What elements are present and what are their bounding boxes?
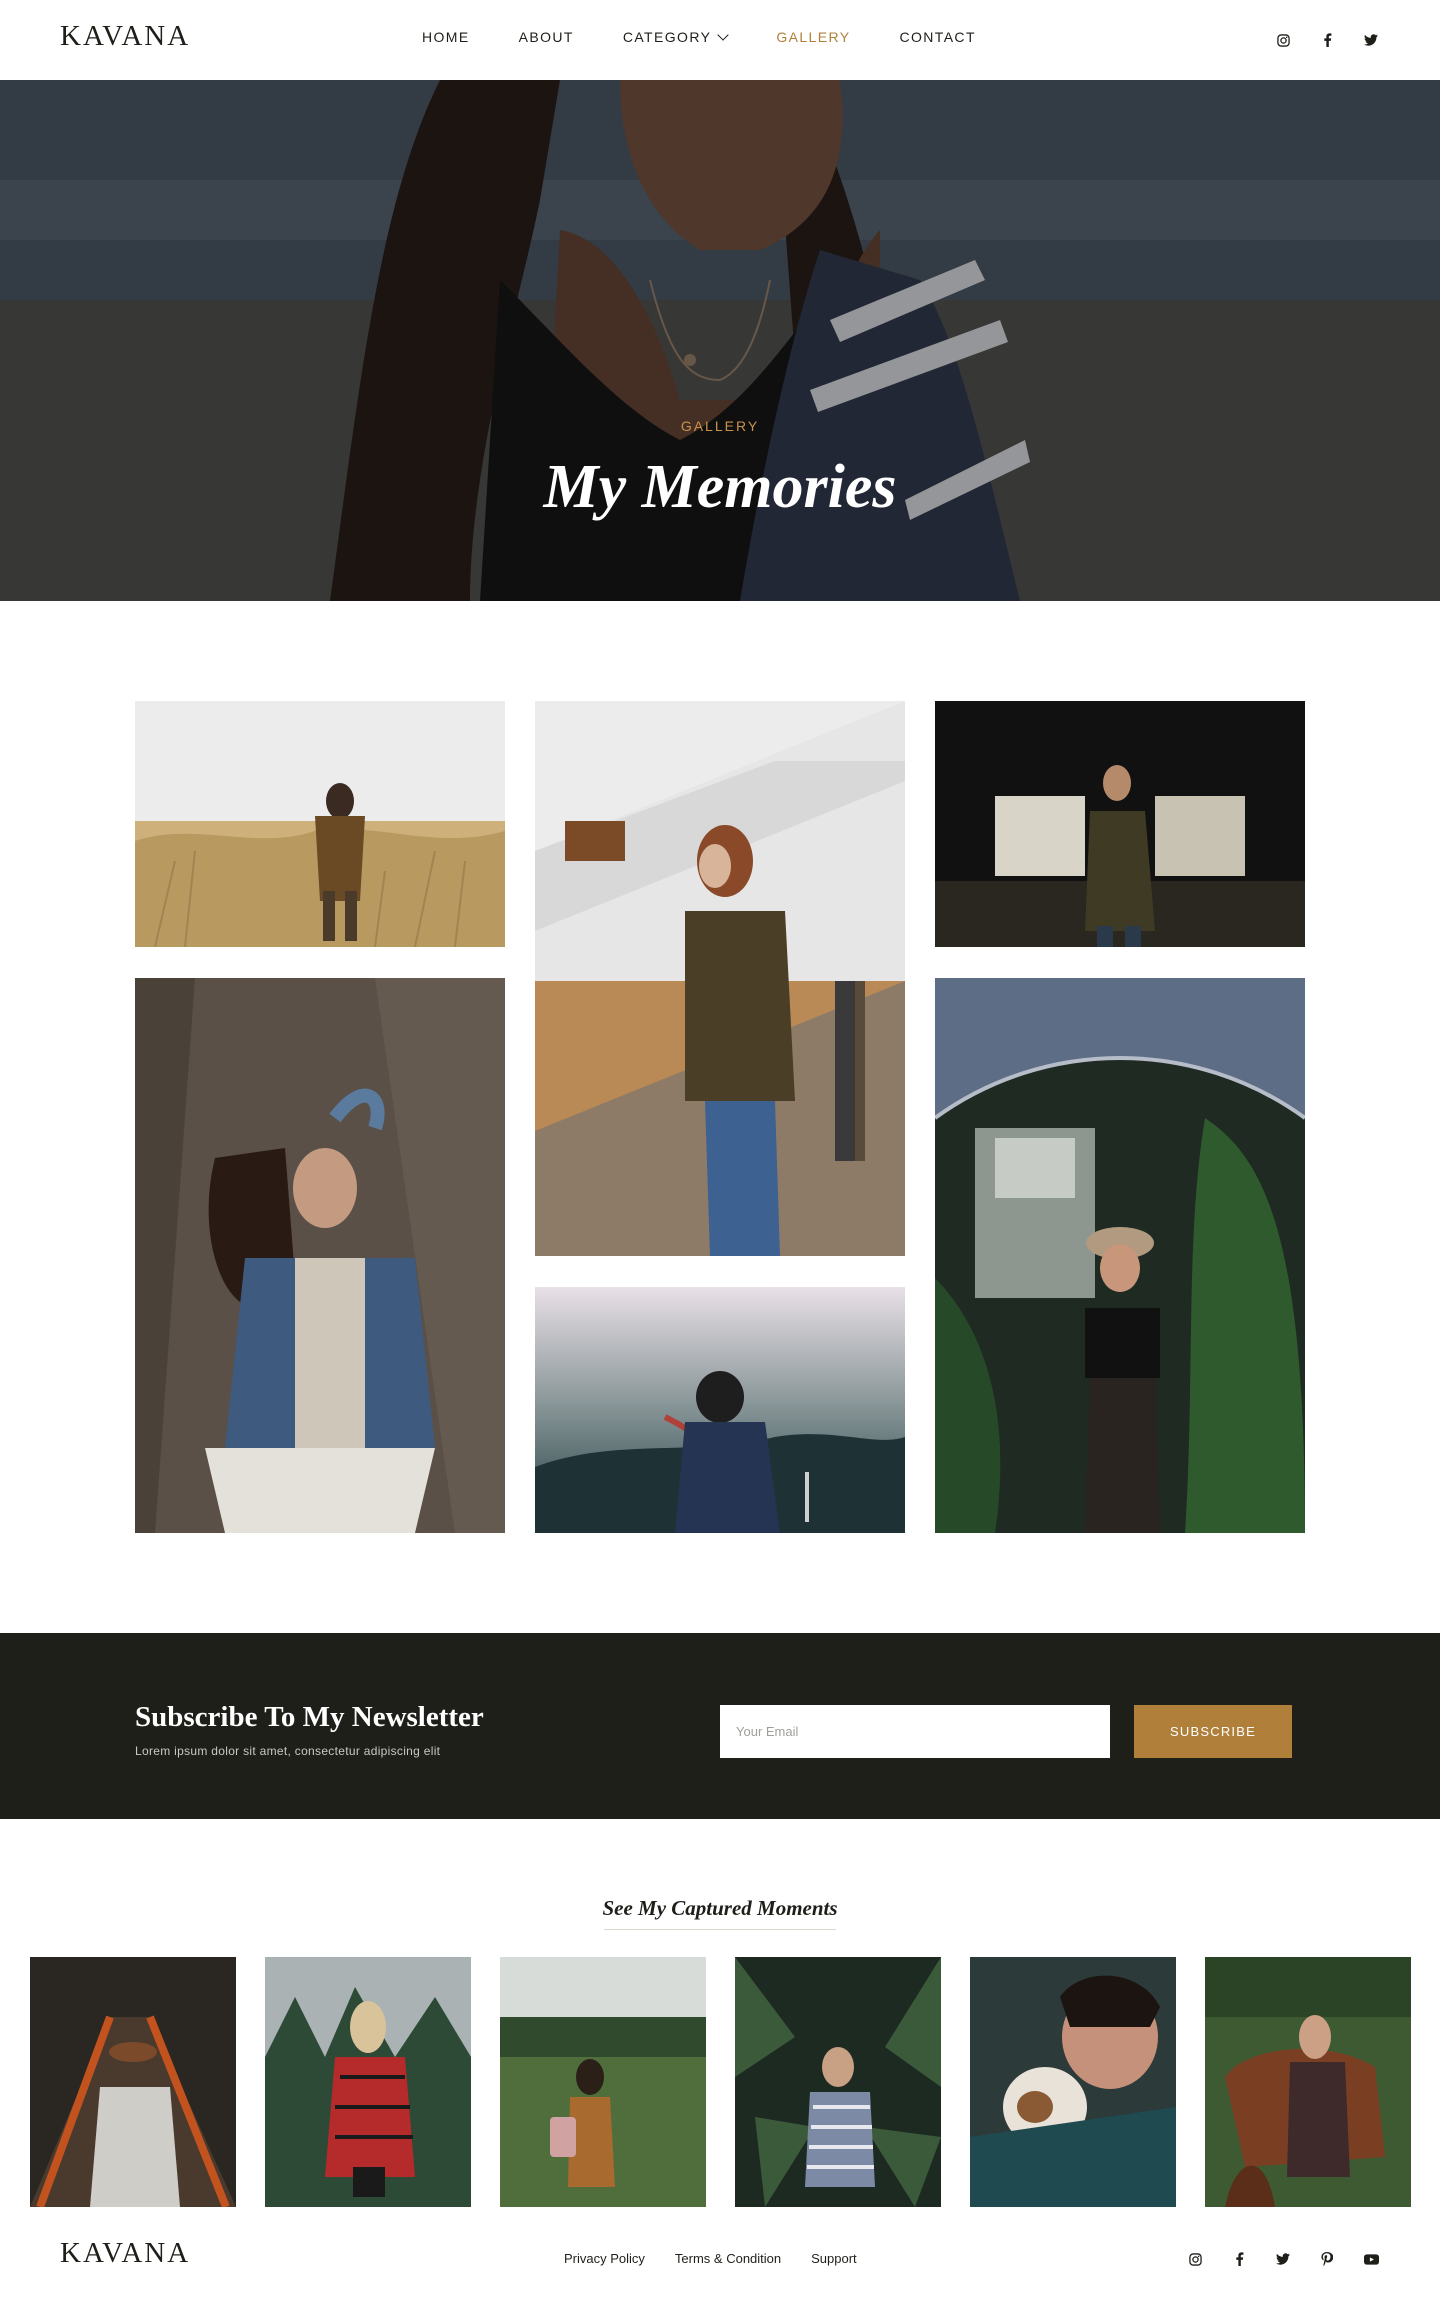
gallery-photo[interactable] <box>535 1287 905 1533</box>
nav-label: ABOUT <box>518 29 574 45</box>
page-title: My Memories <box>543 453 897 521</box>
nav-label: GALLERY <box>776 29 851 45</box>
newsletter-title: Subscribe To My Newsletter <box>135 1701 484 1733</box>
main-nav: HOME ABOUT CATEGORY GALLERY CONTACT <box>422 29 976 45</box>
youtube-icon[interactable] <box>1362 2250 1380 2268</box>
nav-label: CATEGORY <box>622 29 712 45</box>
gallery-photo[interactable] <box>135 978 505 1533</box>
nav-item-about[interactable]: ABOUT <box>519 29 574 45</box>
facebook-icon[interactable] <box>1230 2250 1248 2268</box>
facebook-icon[interactable] <box>1318 31 1336 49</box>
nav-item-contact[interactable]: CONTACT <box>899 29 975 45</box>
hero-kicker: GALLERY <box>680 418 760 434</box>
footer-logo[interactable]: KAVANA <box>60 2237 190 2270</box>
moment-photo[interactable] <box>500 1957 706 2207</box>
gallery-photo[interactable] <box>535 701 905 1256</box>
moment-photo[interactable] <box>30 1957 236 2207</box>
footer-link-privacy[interactable]: Privacy Policy <box>564 2251 645 2266</box>
twitter-icon[interactable] <box>1274 2250 1292 2268</box>
chevron-down-icon <box>717 29 729 41</box>
footer-link-support[interactable]: Support <box>811 2251 857 2266</box>
instagram-icon[interactable] <box>1274 31 1292 49</box>
header-social <box>1274 31 1380 49</box>
gallery-photo[interactable] <box>935 978 1305 1533</box>
subscribe-button[interactable]: SUBSCRIBE <box>1134 1705 1292 1758</box>
site-logo[interactable]: KAVANA <box>60 20 190 53</box>
moments-title: See My Captured Moments <box>602 1896 838 1920</box>
moment-photo[interactable] <box>970 1957 1176 2207</box>
moment-photo[interactable] <box>1205 1957 1411 2207</box>
footer-links: Privacy Policy Terms & Condition Support <box>564 2251 857 2266</box>
nav-item-home[interactable]: HOME <box>422 29 470 45</box>
moment-photo[interactable] <box>735 1957 941 2207</box>
moments-divider <box>604 1929 836 1930</box>
footer-link-terms[interactable]: Terms & Condition <box>675 2251 781 2266</box>
twitter-icon[interactable] <box>1362 31 1380 49</box>
pinterest-icon[interactable] <box>1318 2250 1336 2268</box>
nav-label: HOME <box>422 29 470 45</box>
email-input[interactable] <box>720 1705 1110 1758</box>
nav-item-category[interactable]: CATEGORY <box>622 29 729 45</box>
nav-item-gallery[interactable]: GALLERY <box>776 29 850 45</box>
nav-label: CONTACT <box>899 29 976 45</box>
newsletter-subtitle: Lorem ipsum dolor sit amet, consectetur … <box>135 1744 441 1758</box>
moment-photo[interactable] <box>265 1957 471 2207</box>
gallery-photo[interactable] <box>135 701 505 947</box>
instagram-icon[interactable] <box>1186 2250 1204 2268</box>
site-header: KAVANA HOME ABOUT CATEGORY GALLERY CONTA… <box>0 0 1440 80</box>
gallery-photo[interactable] <box>935 701 1305 947</box>
hero-banner: GALLERY My Memories <box>0 80 1440 601</box>
footer-social <box>1186 2250 1380 2268</box>
